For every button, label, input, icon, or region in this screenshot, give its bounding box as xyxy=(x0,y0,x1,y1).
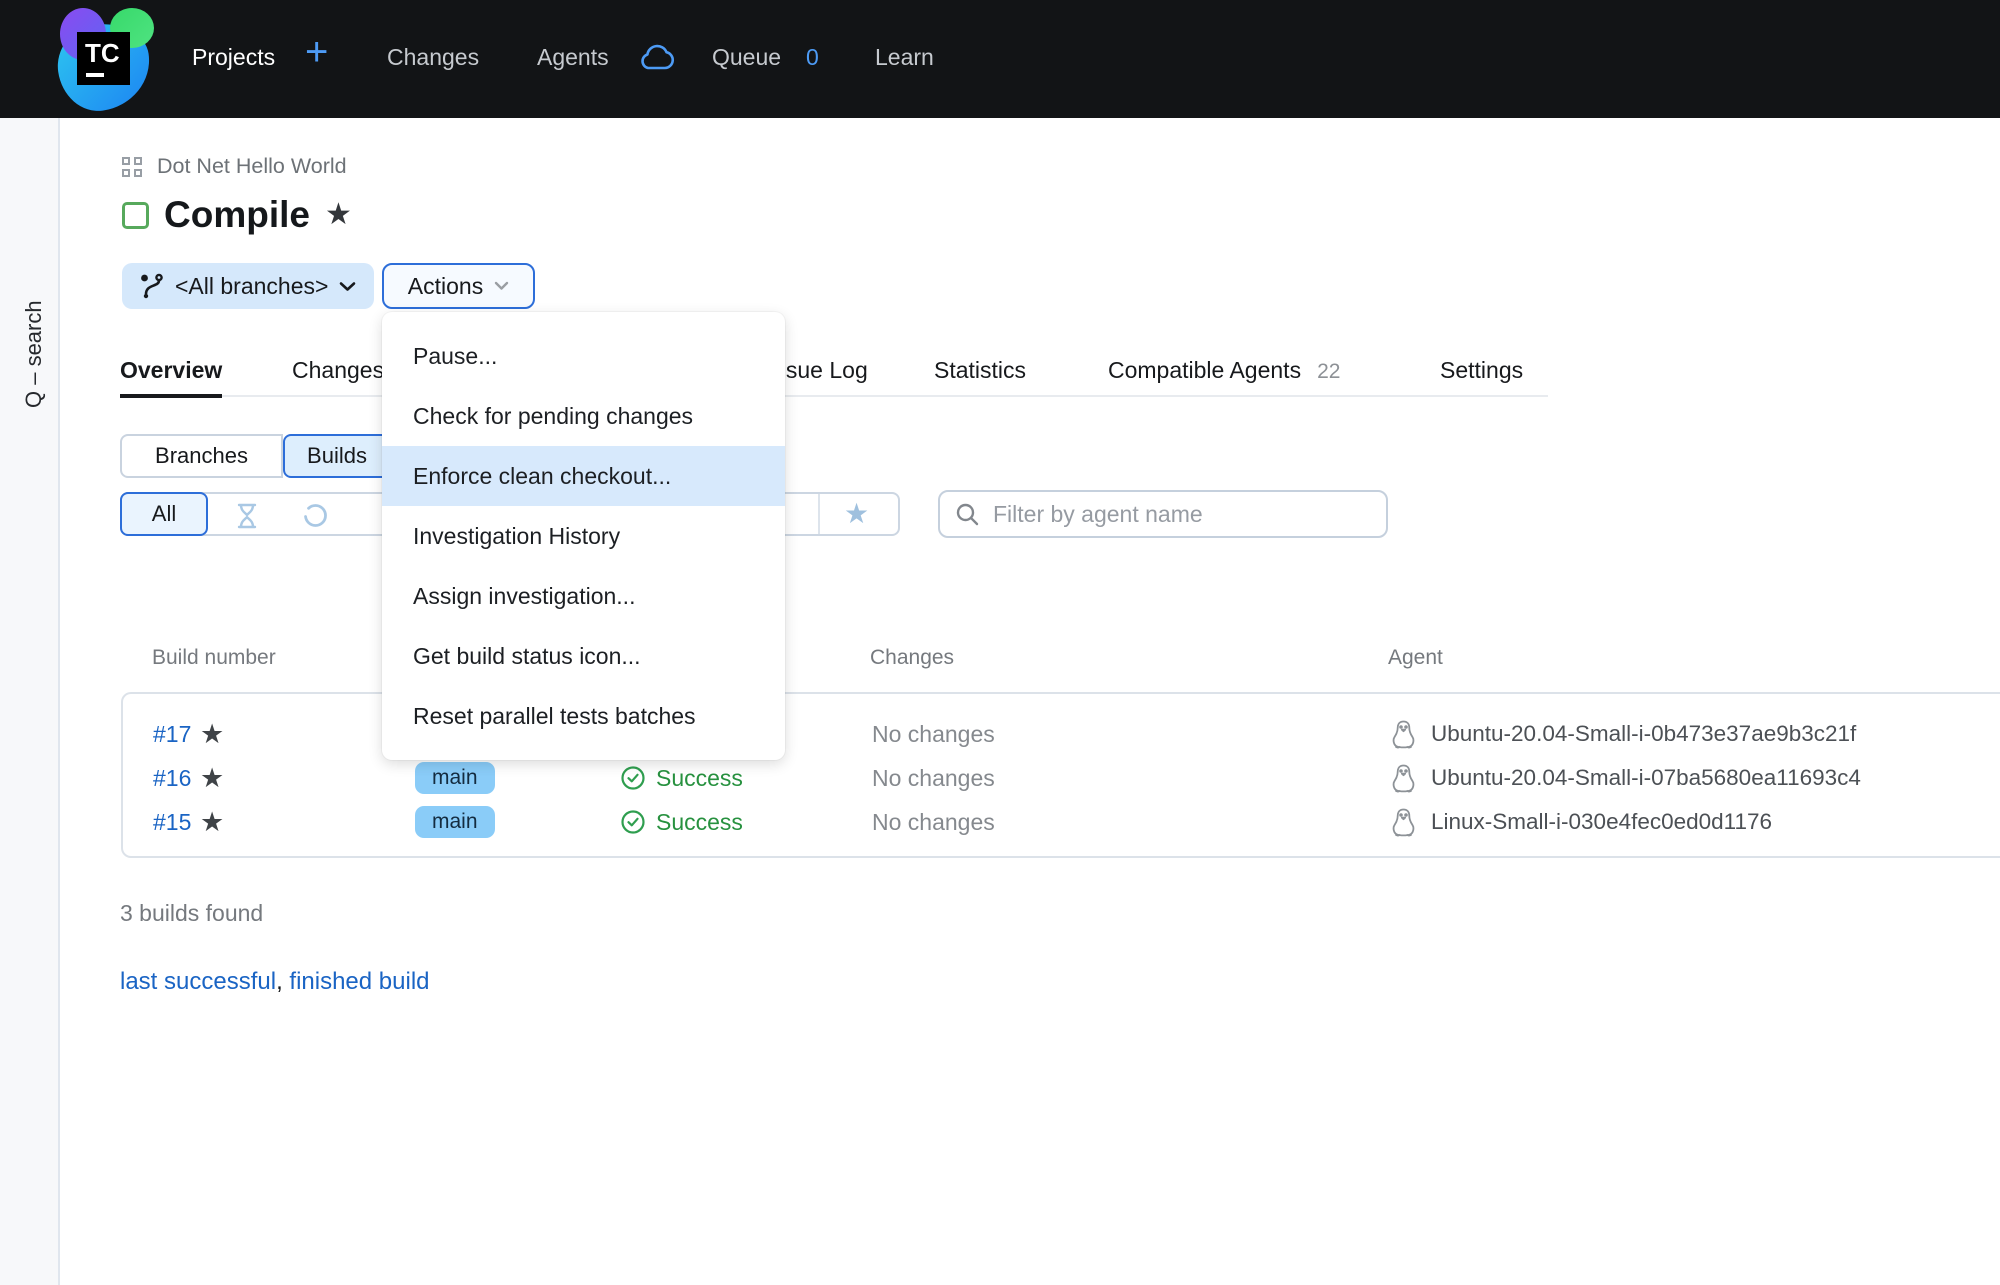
build-agent[interactable]: Linux-Small-i-030e4fec0ed0d1176 xyxy=(1390,800,1772,844)
linux-tux-icon xyxy=(1390,807,1417,838)
menu-item-check-pending-changes[interactable]: Check for pending changes xyxy=(382,386,785,446)
menu-item-reset-parallel-tests[interactable]: Reset parallel tests batches xyxy=(382,686,785,746)
filter-all-button[interactable]: All xyxy=(120,492,208,536)
last-successful-link[interactable]: last successful xyxy=(120,968,276,996)
queue-count-badge[interactable]: 0 xyxy=(806,44,819,71)
running-builds-filter-spinner-icon[interactable] xyxy=(302,502,329,534)
logo-underscore xyxy=(86,73,104,77)
logo-tc-box: TC xyxy=(77,32,130,85)
check-circle-icon xyxy=(620,809,646,835)
filter-divider xyxy=(818,494,820,534)
build-agent[interactable]: Ubuntu-20.04-Small-i-07ba5680ea11693c4 xyxy=(1390,756,1861,800)
build-agent-name[interactable]: Ubuntu-20.04-Small-i-07ba5680ea11693c4 xyxy=(1431,765,1861,791)
tab-overview[interactable]: Overview xyxy=(120,357,222,384)
nav-queue[interactable]: Queue xyxy=(712,44,781,71)
build-favorite-star-icon[interactable]: ★ xyxy=(200,712,224,756)
nav-learn[interactable]: Learn xyxy=(875,44,934,71)
agent-filter-input[interactable] xyxy=(993,501,1371,528)
build-changes: No changes xyxy=(872,756,995,800)
nav-agents[interactable]: Agents xyxy=(537,44,609,71)
builds-found-summary: 3 builds found xyxy=(120,900,263,927)
tab-statistics[interactable]: Statistics xyxy=(934,357,1026,384)
build-favorite-star-icon[interactable]: ★ xyxy=(200,800,224,844)
branch-tag[interactable]: main xyxy=(415,806,495,838)
column-header-changes: Changes xyxy=(870,646,954,670)
actions-dropdown-menu: Pause... Check for pending changes Enfor… xyxy=(382,312,785,760)
collapsed-sidebar[interactable]: Q – search xyxy=(0,118,60,1285)
build-agent-name[interactable]: Linux-Small-i-030e4fec0ed0d1176 xyxy=(1431,809,1772,835)
build-status-success[interactable]: Success xyxy=(620,756,743,800)
column-header-agent: Agent xyxy=(1388,646,1443,670)
quick-links: last successful , finished build xyxy=(120,968,430,996)
build-config-status-icon xyxy=(122,202,149,229)
search-icon xyxy=(955,502,980,527)
build-status-label: Success xyxy=(656,765,743,792)
add-project-icon[interactable]: + xyxy=(305,32,328,72)
chevron-down-icon xyxy=(494,281,509,291)
teamcity-logo[interactable]: TC xyxy=(58,8,158,112)
build-status-label: Success xyxy=(656,809,743,836)
compatible-agents-count: 22 xyxy=(1317,360,1340,383)
branch-selector-label: <All branches> xyxy=(175,273,328,300)
menu-item-enforce-clean-checkout[interactable]: Enforce clean checkout... xyxy=(382,446,785,506)
page-title: Compile xyxy=(164,194,310,236)
breadcrumb-project[interactable]: Dot Net Hello World xyxy=(157,154,347,179)
build-number-link[interactable]: #17 xyxy=(153,712,191,756)
build-agent-name[interactable]: Ubuntu-20.04-Small-i-0b473e37ae9b3c21f xyxy=(1431,721,1856,747)
build-number-link[interactable]: #15 xyxy=(153,800,191,844)
table-row: #16 ★ main Success No changes Ubuntu-20.… xyxy=(123,756,2000,800)
finished-build-link[interactable]: finished build xyxy=(289,968,429,996)
build-config-tabs: Overview Changes Issue Log Statistics Co… xyxy=(120,351,1548,397)
chevron-down-icon xyxy=(339,281,356,292)
project-grid-icon xyxy=(122,157,142,177)
menu-item-pause[interactable]: Pause... xyxy=(382,326,785,386)
tab-settings[interactable]: Settings xyxy=(1440,357,1523,384)
top-nav: TC Projects + Changes Agents Queue 0 Lea… xyxy=(0,0,2000,118)
favorite-star-icon[interactable]: ★ xyxy=(325,200,352,230)
cloud-icon[interactable] xyxy=(638,44,676,77)
queued-builds-filter-hourglass-icon[interactable] xyxy=(234,502,260,535)
branch-cell: main xyxy=(415,800,495,844)
actions-button-label: Actions xyxy=(408,273,483,300)
nav-projects[interactable]: Projects xyxy=(192,44,275,71)
links-separator: , xyxy=(276,968,289,996)
build-agent[interactable]: Ubuntu-20.04-Small-i-0b473e37ae9b3c21f xyxy=(1390,712,1856,756)
tab-compatible-agents-label: Compatible Agents xyxy=(1108,357,1301,383)
tab-compatible-agents[interactable]: Compatible Agents 22 xyxy=(1108,357,1340,384)
menu-item-investigation-history[interactable]: Investigation History xyxy=(382,506,785,566)
linux-tux-icon xyxy=(1390,719,1417,750)
logo-tc-text: TC xyxy=(85,38,120,69)
build-favorite-star-icon[interactable]: ★ xyxy=(200,756,224,800)
linux-tux-icon xyxy=(1390,763,1417,794)
breadcrumb[interactable]: Dot Net Hello World xyxy=(122,154,347,179)
build-status-success[interactable]: Success xyxy=(620,800,743,844)
favorite-builds-filter-star-icon[interactable]: ★ xyxy=(844,496,869,532)
check-circle-icon xyxy=(620,765,646,791)
git-branch-icon xyxy=(140,273,164,300)
build-changes: No changes xyxy=(872,712,995,756)
branch-cell: main xyxy=(415,756,495,800)
nav-changes[interactable]: Changes xyxy=(387,44,479,71)
build-number-link[interactable]: #16 xyxy=(153,756,191,800)
actions-button[interactable]: Actions xyxy=(382,263,535,309)
menu-item-assign-investigation[interactable]: Assign investigation... xyxy=(382,566,785,626)
build-changes: No changes xyxy=(872,800,995,844)
sidebar-search-label[interactable]: Q – search xyxy=(21,300,47,408)
page-title-row: Compile ★ xyxy=(122,194,352,236)
column-header-build-number: Build number xyxy=(152,646,276,670)
tab-changes[interactable]: Changes xyxy=(292,357,384,384)
agent-filter-field xyxy=(938,490,1388,538)
branch-selector[interactable]: <All branches> xyxy=(122,263,374,309)
branch-tag[interactable]: main xyxy=(415,762,495,794)
table-row: #15 ★ main Success No changes Linux-Smal… xyxy=(123,800,2000,844)
toggle-branches[interactable]: Branches xyxy=(120,434,283,478)
menu-item-get-build-status-icon[interactable]: Get build status icon... xyxy=(382,626,785,686)
toggle-builds[interactable]: Builds xyxy=(283,434,391,478)
